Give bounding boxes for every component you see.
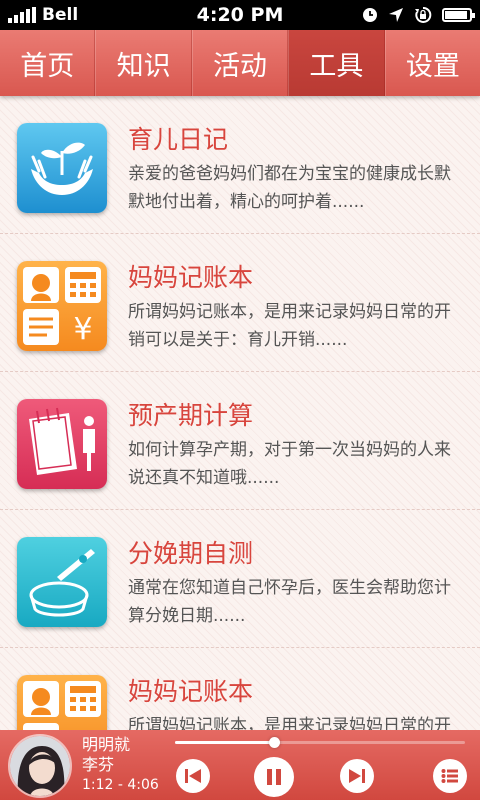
svg-text:¥: ¥ <box>73 312 92 347</box>
tool-list[interactable]: 育儿日记 亲爱的爸爸妈妈们都在为宝宝的健康成长默默地付出着，精心的呵护着....… <box>0 96 480 730</box>
next-track-button[interactable] <box>340 759 374 793</box>
previous-track-button[interactable] <box>176 759 210 793</box>
list-item[interactable]: 育儿日记 亲爱的爸爸妈妈们都在为宝宝的健康成长默默地付出着，精心的呵护着....… <box>0 96 480 234</box>
playback-progress-slider[interactable] <box>175 737 465 748</box>
signal-strength-icon <box>8 7 36 23</box>
item-description: 如何计算孕产期，对于第一次当妈妈的人来说还真不知道哦...... <box>128 440 451 488</box>
item-description: 所谓妈妈记账本，是用来记录妈妈日常的开销可以是关于：育儿开销...... <box>128 302 451 350</box>
seedling-hands-icon <box>17 123 107 213</box>
progress-fill <box>175 741 274 744</box>
item-title: 妈妈记账本 <box>128 263 254 292</box>
skip-forward-icon <box>349 769 365 783</box>
item-title: 分娩期自测 <box>128 539 254 568</box>
status-bar: Bell 4:20 PM <box>0 0 480 30</box>
playlist-button[interactable] <box>433 759 467 793</box>
song-title: 明明就 <box>82 735 131 754</box>
mom-account-book-icon: ¥ <box>17 675 107 730</box>
rotation-lock-icon <box>415 6 432 23</box>
carrier-name: Bell <box>42 5 79 25</box>
tab-home[interactable]: 首页 <box>0 30 96 96</box>
list-item[interactable]: 预产期计算 如何计算孕产期，对于第一次当妈妈的人来说还真不知道哦...... <box>0 372 480 510</box>
item-title: 育儿日记 <box>128 125 229 154</box>
item-description: 通常在您知道自己怀孕后，医生会帮助您计算分娩日期...... <box>128 578 451 626</box>
album-art-avatar[interactable] <box>8 734 72 798</box>
list-item[interactable]: ¥ 妈妈记账本 所谓妈妈记账本，是用来记录妈妈日常的开销可以是关于：育儿开销..… <box>0 234 480 372</box>
skip-back-icon <box>185 769 201 783</box>
list-item[interactable]: ¥ 妈妈记账本 所谓妈妈记账本，是用来记录妈妈日常的开销可以是关于：育儿开销..… <box>0 648 480 730</box>
item-title: 预产期计算 <box>128 401 254 430</box>
artist-name: 李芬 <box>82 755 115 774</box>
progress-knob[interactable] <box>268 737 280 748</box>
tab-tools[interactable]: 工具 <box>288 30 385 96</box>
tab-settings[interactable]: 设置 <box>384 30 480 96</box>
item-title: 妈妈记账本 <box>128 677 254 706</box>
list-item[interactable]: 分娩期自测 通常在您知道自己怀孕后，医生会帮助您计算分娩日期...... <box>0 510 480 648</box>
battery-icon <box>442 8 475 22</box>
top-nav: 首页 知识 活动 工具 设置 <box>0 30 480 96</box>
playback-time: 1:12 - 4:06 <box>82 777 159 793</box>
self-test-dish-icon <box>17 537 107 627</box>
pause-icon <box>267 769 281 785</box>
location-icon <box>389 8 403 22</box>
item-description: 亲爱的爸爸妈妈们都在为宝宝的健康成长默默地付出着，精心的呵护着...... <box>128 164 451 212</box>
pause-button[interactable] <box>254 757 294 797</box>
clock-icon <box>363 8 377 22</box>
status-time: 4:20 PM <box>196 4 284 26</box>
music-player: 明明就 李芬 1:12 - 4:06 <box>0 730 480 800</box>
mom-account-book-icon: ¥ <box>17 261 107 351</box>
tab-knowledge[interactable]: 知识 <box>95 30 192 96</box>
item-description: 所谓妈妈记账本，是用来记录妈妈日常的开销可以是关于：育儿开销...... <box>128 716 451 730</box>
tab-activities[interactable]: 活动 <box>191 30 289 96</box>
playlist-icon <box>441 769 458 783</box>
due-date-calendar-icon <box>17 399 107 489</box>
